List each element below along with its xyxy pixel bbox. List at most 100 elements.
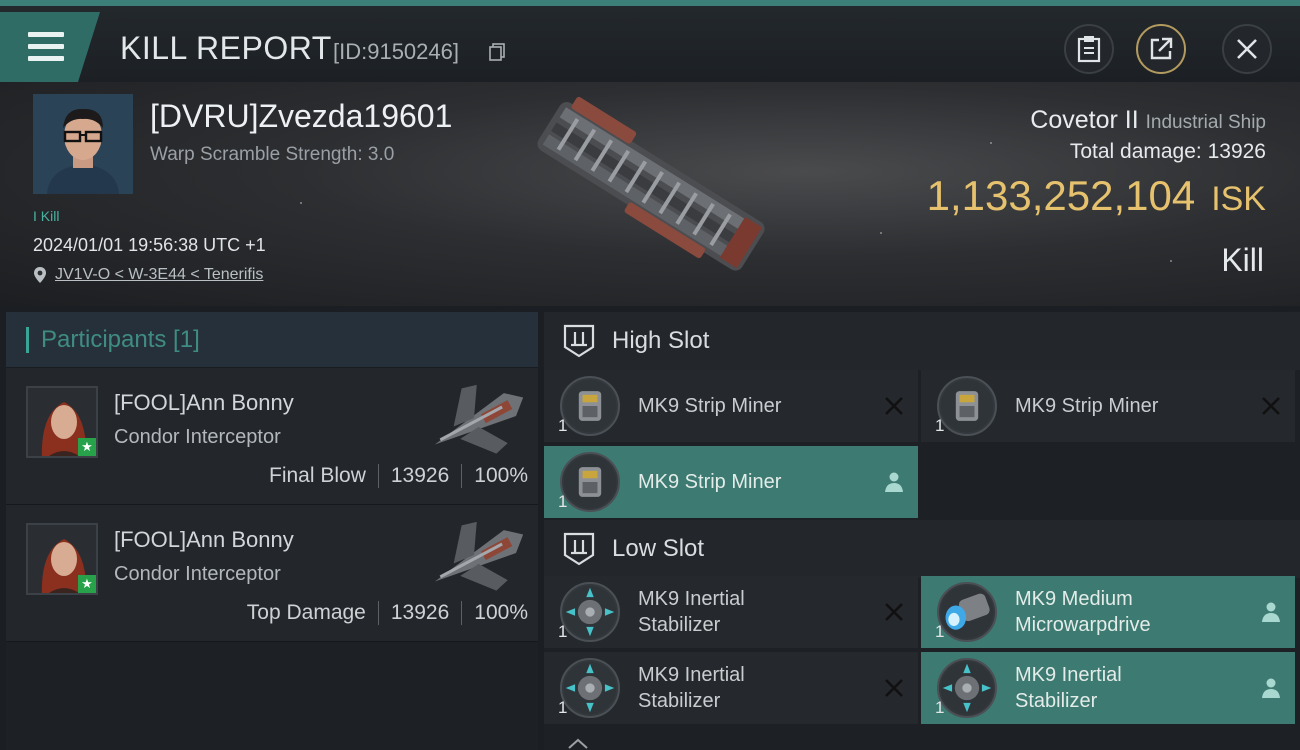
- microwarpdrive-icon: [937, 582, 997, 642]
- module-slot[interactable]: 1 MK9 Medium Microwarpdrive: [921, 576, 1295, 648]
- copy-icon[interactable]: [489, 43, 505, 61]
- module-name: MK9 Inertial Stabilizer: [1015, 664, 1122, 712]
- total-damage-value: 13926: [1207, 140, 1266, 163]
- kill-summary: [DVRU]Zvezda19601 Warp Scramble Strength…: [0, 82, 1300, 306]
- module-name: MK9 Inertial Stabilizer: [638, 664, 745, 712]
- participants-header: Participants [1]: [6, 312, 538, 368]
- header-bar: KILL REPORT [ID:9150246]: [0, 0, 1300, 82]
- participant-ship: Condor Interceptor: [114, 426, 281, 448]
- victim-portrait[interactable]: [33, 94, 133, 194]
- participant-avatar[interactable]: ★: [26, 386, 98, 458]
- isk-unit: ISK: [1211, 180, 1266, 218]
- kill-datetime: 2024/01/01 19:56:38 UTC +1: [33, 235, 266, 255]
- total-damage: Total damage: 13926: [1070, 140, 1266, 164]
- close-button[interactable]: [1222, 24, 1272, 74]
- divider: [461, 464, 463, 488]
- module-slot[interactable]: 1 MK9 Inertial Stabilizer: [544, 576, 918, 648]
- module-qty: 1: [935, 698, 945, 717]
- high-slot-icon: [563, 324, 595, 358]
- inertial-stabilizer-icon: [937, 658, 997, 718]
- inertial-stabilizer-icon: [560, 658, 620, 718]
- module-name: MK9 Medium Microwarpdrive: [1015, 588, 1151, 636]
- module-name: MK9 Strip Miner: [638, 395, 782, 417]
- fitting-panel: High Slot 1 MK9 Strip Miner 1 MK9 Strip …: [544, 312, 1300, 750]
- low-slot-label: Low Slot: [612, 535, 705, 562]
- participants-title: Participants [1]: [41, 325, 200, 353]
- star-icon: ★: [78, 575, 96, 593]
- participant-avatar[interactable]: ★: [26, 523, 98, 595]
- module-name: MK9 Strip Miner: [638, 471, 782, 493]
- high-slot-label: High Slot: [612, 327, 710, 354]
- report-id: [ID:9150246]: [333, 39, 459, 64]
- participant-damage: 13926: [390, 601, 450, 624]
- module-qty: 1: [558, 622, 568, 641]
- victim-name[interactable]: [DVRU]Zvezda19601: [150, 98, 452, 135]
- location-link[interactable]: JV1V-O < W-3E44 < Tenerifis: [55, 266, 263, 284]
- ship-name-text: Covetor II: [1030, 106, 1139, 134]
- strip-miner-icon: [937, 376, 997, 436]
- participant-stats: Final Blow 13926 100%: [269, 464, 528, 488]
- clipboard-button[interactable]: [1064, 24, 1114, 74]
- strip-miner-icon: [560, 376, 620, 436]
- participants-panel: Participants [1] ★ [FOOL]Ann Bonny Condo…: [6, 312, 538, 750]
- destroyed-icon: [885, 679, 903, 697]
- participant-stats: Top Damage 13926 100%: [247, 601, 528, 625]
- module-qty: 1: [558, 698, 568, 717]
- module-qty: 1: [558, 492, 568, 511]
- share-icon: [1150, 37, 1173, 60]
- participant-role: Final Blow: [269, 464, 366, 487]
- participant-damage: 13926: [390, 464, 450, 487]
- clipboard-icon: [1077, 36, 1101, 63]
- module-slot[interactable]: 1 MK9 Inertial Stabilizer: [544, 652, 918, 724]
- share-button[interactable]: [1136, 24, 1186, 74]
- module-slot[interactable]: 1 MK9 Strip Miner: [544, 446, 918, 518]
- destroyed-icon: [885, 603, 903, 621]
- high-slot-header: High Slot: [544, 312, 1300, 370]
- inertial-stabilizer-icon: [560, 582, 620, 642]
- divider: [461, 601, 463, 625]
- module-qty: 1: [935, 622, 945, 641]
- participant-row[interactable]: ★ [FOOL]Ann Bonny Condor Interceptor Top…: [6, 505, 538, 642]
- low-slot-icon: [563, 532, 595, 566]
- chevron-up-icon[interactable]: [566, 736, 590, 750]
- participant-role: Top Damage: [246, 601, 366, 624]
- divider: [377, 601, 379, 625]
- menu-button[interactable]: [0, 12, 100, 82]
- participant-percent: 100%: [474, 601, 528, 624]
- participant-ship-image: [434, 521, 524, 591]
- kill-location[interactable]: JV1V-O < W-3E44 < Tenerifis: [33, 266, 263, 284]
- close-icon: [1237, 39, 1257, 59]
- divider: [377, 464, 379, 488]
- module-slot[interactable]: 1 MK9 Strip Miner: [544, 370, 918, 442]
- ship-class: Industrial Ship: [1145, 112, 1266, 133]
- destroyed-icon: [885, 397, 903, 415]
- module-slot[interactable]: 1 MK9 Inertial Stabilizer: [921, 652, 1295, 724]
- module-qty: 1: [558, 416, 568, 435]
- module-name: MK9 Inertial Stabilizer: [638, 588, 745, 636]
- hamburger-icon: [28, 32, 64, 68]
- victim-ship-image: [537, 96, 765, 271]
- location-pin-icon: [34, 267, 46, 283]
- star-icon: ★: [78, 438, 96, 456]
- low-slot-header: Low Slot: [544, 520, 1300, 578]
- page-title: KILL REPORT: [120, 30, 332, 66]
- participant-percent: 100%: [474, 464, 528, 487]
- warp-scramble-strength: Warp Scramble Strength: 3.0: [150, 144, 395, 165]
- kill-result: Kill: [1221, 242, 1264, 278]
- isk-value: 1,133,252,104 ISK: [927, 172, 1266, 220]
- header-accent: [26, 326, 29, 353]
- dropped-person-icon: [1262, 602, 1280, 622]
- module-name: MK9 Strip Miner: [1015, 395, 1159, 417]
- participant-row[interactable]: ★ [FOOL]Ann Bonny Condor Interceptor Fin…: [6, 368, 538, 505]
- destroyed-icon: [1262, 397, 1280, 415]
- module-slot[interactable]: 1 MK9 Strip Miner: [921, 370, 1295, 442]
- participant-ship-image: [434, 384, 524, 454]
- isk-amount: 1,133,252,104: [926, 172, 1196, 219]
- total-damage-label: Total damage:: [1069, 140, 1202, 163]
- victim-ship-name[interactable]: Covetor II Industrial Ship: [1030, 106, 1266, 135]
- module-qty: 1: [935, 416, 945, 435]
- participant-name[interactable]: [FOOL]Ann Bonny: [114, 390, 294, 416]
- participant-name[interactable]: [FOOL]Ann Bonny: [114, 527, 294, 553]
- kill-count-badge: I Kill: [33, 208, 60, 224]
- dropped-person-icon: [885, 472, 903, 492]
